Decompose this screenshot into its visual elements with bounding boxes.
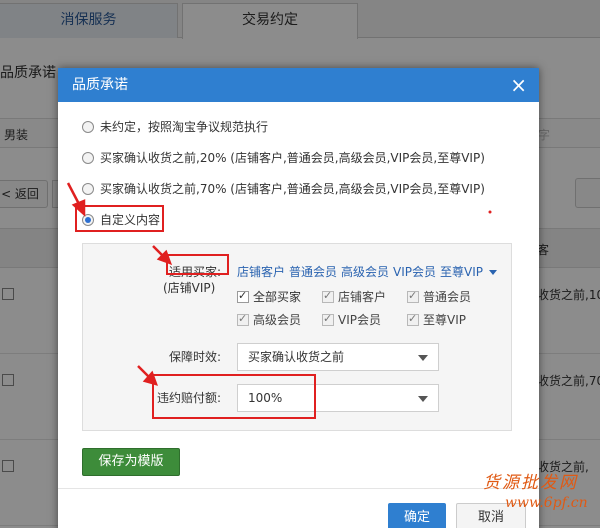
arrow-head-icon <box>71 199 86 217</box>
watermark-url: www.6pf.cn <box>505 495 588 511</box>
annotation-arrows <box>66 182 492 386</box>
annotation-dot <box>488 210 492 214</box>
watermark: 货源批发网 www.6pf.cn <box>483 468 588 511</box>
watermark-title: 货源批发网 <box>483 473 578 493</box>
